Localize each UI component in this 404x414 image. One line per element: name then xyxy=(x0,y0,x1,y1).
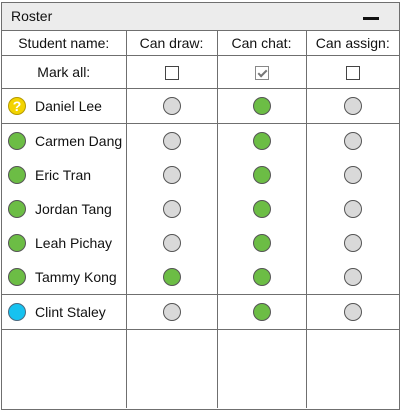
column-header-chat: Can chat: xyxy=(216,31,306,56)
student-row: Leah Pichay xyxy=(2,226,399,260)
student-row: ? Daniel Lee xyxy=(2,88,399,124)
online-status-icon xyxy=(8,268,26,286)
permission-draw-toggle[interactable] xyxy=(162,166,181,185)
permission-assign-toggle[interactable] xyxy=(343,132,362,151)
question-icon: ? xyxy=(8,97,26,115)
window-title: Roster xyxy=(11,8,53,24)
student-name: Daniel Lee xyxy=(35,98,102,114)
permission-chat-toggle[interactable] xyxy=(252,97,271,116)
online-status-icon xyxy=(8,132,26,150)
permission-assign-toggle[interactable] xyxy=(343,268,362,287)
empty-row xyxy=(2,329,399,408)
student-name: Carmen Dang xyxy=(35,133,123,149)
student-row: Carmen Dang xyxy=(2,123,399,158)
student-row: Jordan Tang xyxy=(2,192,399,226)
mark-all-chat-checkbox[interactable] xyxy=(254,66,269,81)
online-status-icon xyxy=(8,234,26,252)
column-header-assign: Can assign: xyxy=(305,31,399,56)
permission-draw-toggle[interactable] xyxy=(162,303,181,322)
permission-chat-toggle[interactable] xyxy=(252,200,271,219)
permission-chat-toggle[interactable] xyxy=(252,132,271,151)
student-row: Tammy Kong xyxy=(2,260,399,295)
student-name: Eric Tran xyxy=(35,167,92,183)
permission-assign-toggle[interactable] xyxy=(343,303,362,322)
permission-chat-toggle[interactable] xyxy=(252,303,271,322)
permission-chat-toggle[interactable] xyxy=(252,166,271,185)
permission-assign-toggle[interactable] xyxy=(343,200,362,219)
student-name: Jordan Tang xyxy=(35,201,112,217)
permission-assign-toggle[interactable] xyxy=(343,234,362,253)
permission-assign-toggle[interactable] xyxy=(343,166,362,185)
permission-draw-toggle[interactable] xyxy=(162,97,181,116)
mark-all-draw-checkbox[interactable] xyxy=(164,66,179,81)
student-name: Clint Staley xyxy=(35,304,106,320)
permission-assign-toggle[interactable] xyxy=(343,97,362,116)
permission-draw-toggle[interactable] xyxy=(162,268,181,287)
mark-all-label: Mark all: xyxy=(37,64,91,80)
self-status-icon xyxy=(8,303,26,321)
permission-chat-toggle[interactable] xyxy=(252,234,271,253)
title-bar: Roster xyxy=(2,3,399,31)
column-header-draw: Can draw: xyxy=(125,31,217,56)
roster-table: Student name: Can draw: Can chat: Can as… xyxy=(2,31,399,408)
student-name: Tammy Kong xyxy=(35,269,117,285)
mark-all-assign-checkbox[interactable] xyxy=(345,66,360,81)
online-status-icon xyxy=(8,166,26,184)
permission-draw-toggle[interactable] xyxy=(162,234,181,253)
permission-draw-toggle[interactable] xyxy=(162,200,181,219)
header-row: Student name: Can draw: Can chat: Can as… xyxy=(2,31,399,56)
permission-draw-toggle[interactable] xyxy=(162,132,181,151)
student-row: Clint Staley xyxy=(2,294,399,330)
roster-panel: Roster Student name: Can draw: Can chat:… xyxy=(1,2,400,410)
student-name: Leah Pichay xyxy=(35,235,113,251)
minimize-icon[interactable] xyxy=(363,11,381,25)
permission-chat-toggle[interactable] xyxy=(252,268,271,287)
student-row: Eric Tran xyxy=(2,158,399,192)
column-header-student: Student name: xyxy=(2,31,126,56)
mark-all-row: Mark all: xyxy=(2,55,399,89)
online-status-icon xyxy=(8,200,26,218)
